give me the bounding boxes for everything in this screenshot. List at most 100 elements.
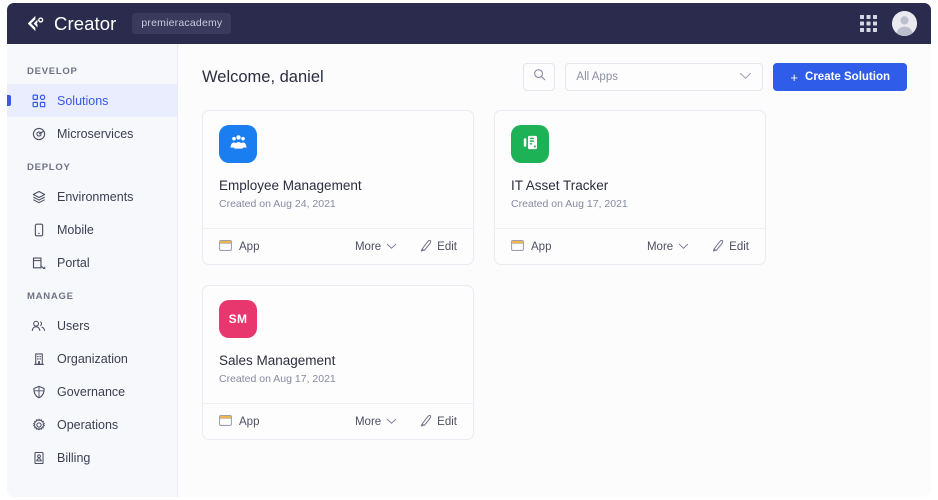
app-window-icon (511, 239, 524, 254)
sidebar-item-label: Mobile (57, 222, 94, 237)
sidebar-item-mobile[interactable]: Mobile (7, 213, 177, 246)
edit-label: Edit (437, 415, 457, 428)
more-label: More (354, 240, 382, 253)
apps-grid-icon[interactable] (860, 15, 877, 32)
sidebar-item-label: Solutions (57, 93, 109, 108)
create-solution-button[interactable]: + Create Solution (773, 63, 907, 91)
sidebar-group-deploy-label: DEPLOY (27, 162, 71, 173)
solution-icon (511, 125, 549, 163)
edit-button[interactable]: Edit (419, 239, 457, 255)
chevron-down-icon (678, 241, 689, 253)
solution-type: App (219, 414, 260, 429)
main-content: Welcome, daniel All Apps + Create Soluti… (178, 44, 931, 497)
app-window-icon (219, 239, 232, 254)
solution-icon (219, 125, 257, 163)
brand-name: Creator (54, 12, 117, 34)
sidebar-item-governance[interactable]: Governance (7, 375, 177, 408)
mobile-phone-icon (31, 222, 46, 237)
solution-created: Created on Aug 24, 2021 (219, 198, 336, 210)
server-asset-icon (520, 132, 541, 156)
pencil-icon (419, 414, 432, 430)
solution-type: App (511, 239, 552, 254)
portal-window-icon (31, 255, 46, 270)
more-label: More (646, 240, 674, 253)
sidebar-item-label: Portal (57, 255, 90, 270)
solution-card-footer: App More Edit (203, 403, 473, 439)
sidebar-group-manage-label: MANAGE (27, 291, 74, 302)
sidebar-item-label: Environments (57, 189, 134, 204)
sidebar-item-users[interactable]: Users (7, 309, 177, 342)
edit-button[interactable]: Edit (711, 239, 749, 255)
microservice-node-icon (31, 126, 46, 141)
solution-title: Sales Management (219, 353, 336, 368)
chevron-down-icon (386, 241, 397, 253)
edit-label: Edit (437, 240, 457, 253)
sidebar-item-label: Organization (57, 351, 128, 366)
workspace-badge[interactable]: premieracademy (132, 13, 232, 34)
gear-icon (31, 417, 46, 432)
sidebar: DEVELOP Solutions Microservices DEPLOY E… (7, 44, 178, 497)
layers-icon (31, 189, 46, 204)
solution-card-footer: App More Edit (495, 228, 765, 264)
solutions-grid: Employee Management Created on Aug 24, 2… (202, 106, 907, 440)
more-menu-button[interactable]: More (647, 241, 689, 253)
building-icon (31, 351, 46, 366)
sidebar-item-solutions[interactable]: Solutions (7, 84, 177, 117)
solution-type: App (219, 239, 260, 254)
sidebar-item-operations[interactable]: Operations (7, 408, 177, 441)
sidebar-item-environments[interactable]: Environments (7, 180, 177, 213)
brand[interactable]: Creator (23, 13, 116, 35)
pencil-icon (711, 239, 724, 255)
apps-filter-select[interactable]: All Apps (565, 63, 764, 91)
topbar-actions (860, 11, 917, 36)
users-icon (31, 318, 46, 333)
edit-button[interactable]: Edit (419, 414, 457, 430)
sidebar-item-label: Microservices (57, 126, 134, 141)
apps-filter-value: All Apps (576, 71, 618, 83)
solution-icon: SM (219, 300, 257, 338)
sidebar-group-develop-label: DEVELOP (27, 66, 78, 77)
pencil-icon (419, 239, 432, 255)
solution-card-actions: More Edit (647, 239, 749, 255)
sidebar-item-label: Operations (57, 417, 119, 432)
grid-squares-icon (31, 93, 46, 108)
creator-logo-icon (23, 13, 45, 35)
solution-card-footer: App More Edit (203, 228, 473, 264)
user-avatar[interactable] (892, 11, 917, 36)
solution-card[interactable]: Employee Management Created on Aug 24, 2… (202, 110, 474, 265)
edit-label: Edit (729, 240, 749, 253)
search-button[interactable] (523, 63, 556, 91)
solution-created: Created on Aug 17, 2021 (219, 373, 336, 385)
solution-card-actions: More Edit (355, 239, 457, 255)
solution-type-label: App (239, 415, 260, 428)
sidebar-item-label: Governance (57, 384, 126, 399)
create-solution-label: Create Solution (805, 71, 890, 83)
billing-card-icon (31, 450, 46, 465)
solution-card[interactable]: IT Asset Tracker Created on Aug 17, 2021 (494, 110, 766, 265)
sidebar-item-label: Users (57, 318, 90, 333)
search-icon (533, 68, 546, 86)
solution-title: Employee Management (219, 178, 362, 193)
chevron-down-icon (739, 71, 752, 83)
solution-initials: SM (228, 312, 248, 326)
more-menu-button[interactable]: More (355, 241, 397, 253)
main-header: Welcome, daniel All Apps + Create Soluti… (202, 44, 907, 106)
solution-type-label: App (239, 240, 260, 253)
app-window-icon (219, 414, 232, 429)
page-title: Welcome, daniel (202, 67, 324, 86)
solution-type-label: App (531, 240, 552, 253)
shield-icon (31, 384, 46, 399)
more-menu-button[interactable]: More (355, 416, 397, 428)
sidebar-item-organization[interactable]: Organization (7, 342, 177, 375)
solution-card[interactable]: SM Sales Management Created on Aug 17, 2… (202, 285, 474, 440)
sidebar-item-portal[interactable]: Portal (7, 246, 177, 279)
more-label: More (354, 415, 382, 428)
top-bar: Creator premieracademy (7, 3, 931, 44)
app-window: Creator premieracademy DEVELOP Solutions… (7, 3, 931, 497)
solution-created: Created on Aug 17, 2021 (511, 198, 628, 210)
plus-icon: + (790, 69, 799, 85)
sidebar-item-label: Billing (57, 450, 91, 465)
sidebar-item-microservices[interactable]: Microservices (7, 117, 177, 150)
sidebar-item-billing[interactable]: Billing (7, 441, 177, 474)
header-tools: All Apps + Create Solution (523, 63, 907, 91)
